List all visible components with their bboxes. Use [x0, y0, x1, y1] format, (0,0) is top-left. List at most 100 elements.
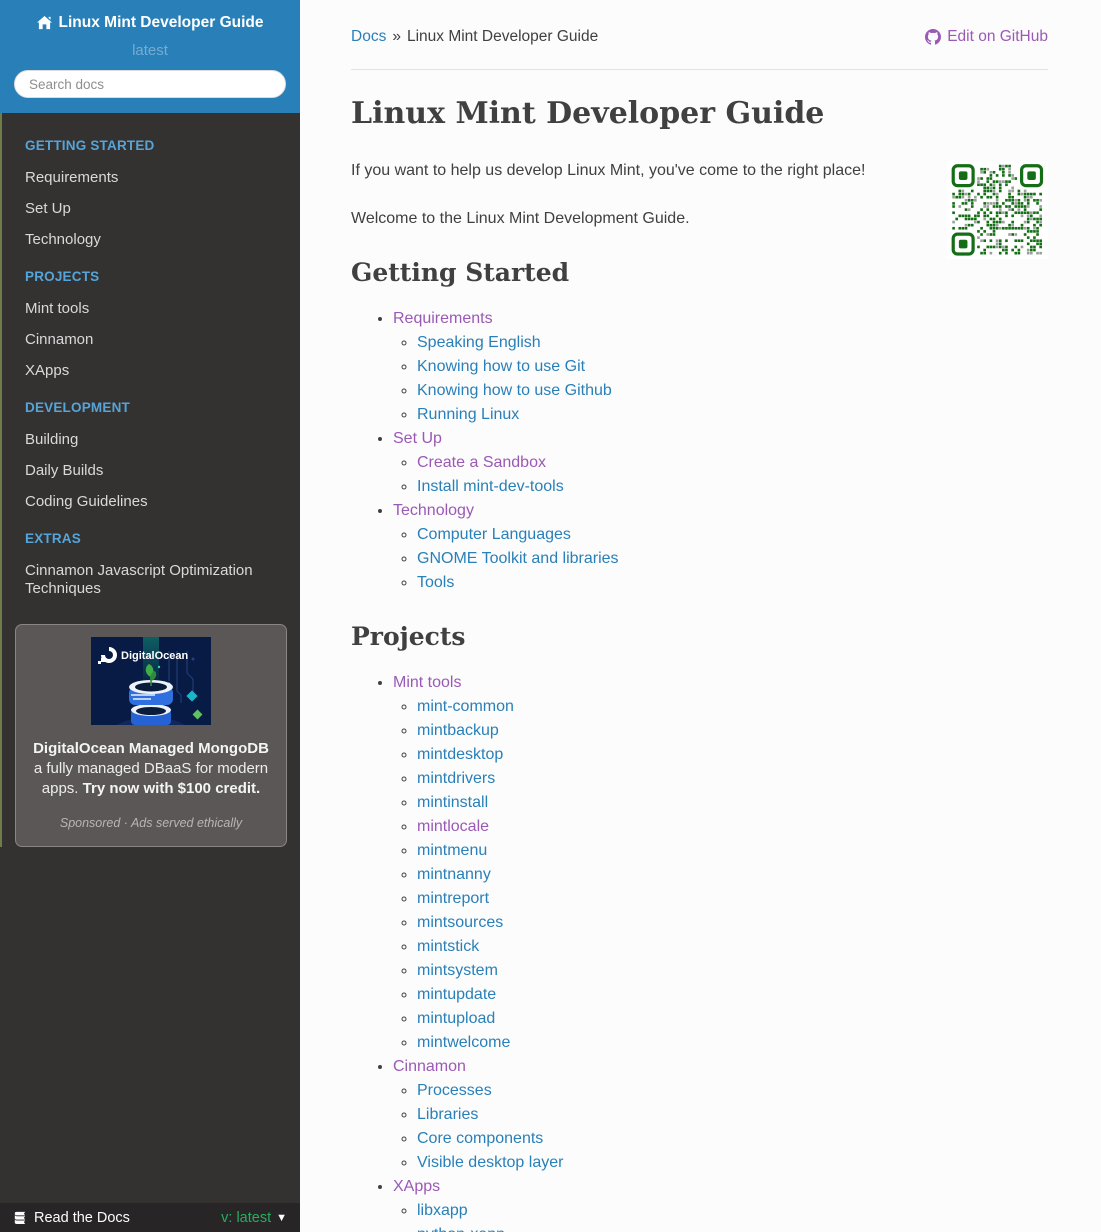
version-switcher-label: v: latest	[221, 1209, 272, 1226]
toc-link-xapps[interactable]: XApps	[393, 1178, 440, 1195]
toc-item: Mint tools mint-common mintbackup mintdeskt…	[393, 671, 1048, 1055]
breadcrumb-divider	[351, 69, 1048, 70]
toc-link-mintinstall[interactable]: mintinstall	[417, 794, 488, 811]
ethical-ad-card[interactable]: DigitalOcean DigitalOcean Managed MongoD…	[15, 624, 287, 847]
toc-link-mint-common[interactable]: mint-common	[417, 698, 514, 715]
toc-link-knowing-how-to-use-github[interactable]: Knowing how to use Github	[417, 382, 612, 399]
intro-paragraph-2: Welcome to the Linux Mint Development Gu…	[351, 210, 690, 227]
sidebar-item-technology[interactable]: Technology	[2, 224, 300, 255]
breadcrumb-docs-link[interactable]: Docs	[351, 28, 386, 45]
nav-item: XApps	[2, 355, 300, 386]
toc-item: mintstick	[417, 935, 1048, 959]
toc-link-mintmenu[interactable]: mintmenu	[417, 842, 487, 859]
toc-link-visible-desktop-layer[interactable]: Visible desktop layer	[417, 1154, 563, 1171]
sidebar-item-mint-tools[interactable]: Mint tools	[2, 293, 300, 324]
toc-link-mintupdate[interactable]: mintupdate	[417, 986, 496, 1003]
nav-item: Coding Guidelines	[2, 486, 300, 517]
sidebar-item-daily-builds[interactable]: Daily Builds	[2, 455, 300, 486]
toc-link-knowing-how-to-use-git[interactable]: Knowing how to use Git	[417, 358, 585, 375]
toc-link-computer-languages[interactable]: Computer Languages	[417, 526, 571, 543]
sidebar: Linux Mint Developer Guide latest GETTIN…	[0, 0, 300, 1232]
toc-item: Visible desktop layer	[417, 1151, 1048, 1175]
toc-link-running-linux[interactable]: Running Linux	[417, 406, 519, 423]
toc-link-mintwelcome[interactable]: mintwelcome	[417, 1034, 510, 1051]
toc-item: mintinstall	[417, 791, 1048, 815]
toc-link-libraries[interactable]: Libraries	[417, 1106, 478, 1123]
toc-link-mintsystem[interactable]: mintsystem	[417, 962, 498, 979]
toc-link-create-a-sandbox[interactable]: Create a Sandbox	[417, 454, 546, 471]
home-icon	[36, 16, 52, 30]
toc-item: mintdrivers	[417, 767, 1048, 791]
toc-link-cinnamon[interactable]: Cinnamon	[393, 1058, 466, 1075]
nav-item: Daily Builds	[2, 455, 300, 486]
nav-sections: GETTING STARTED Requirements Set Up Technol…	[2, 138, 300, 604]
toc-item: GNOME Toolkit and libraries	[417, 547, 1048, 571]
toc-link-processes[interactable]: Processes	[417, 1082, 492, 1099]
sidebar-item-cinnamon[interactable]: Cinnamon	[2, 324, 300, 355]
toc-link-install-mint-dev-tools[interactable]: Install mint-dev-tools	[417, 478, 564, 495]
toc-link-mintsources[interactable]: mintsources	[417, 914, 503, 931]
toc-link-mintstick[interactable]: mintstick	[417, 938, 479, 955]
toc-link-core-components[interactable]: Core components	[417, 1130, 543, 1147]
search-input[interactable]	[14, 70, 286, 98]
sidebar-item-xapps[interactable]: XApps	[2, 355, 300, 386]
toc-link-mintdesktop[interactable]: mintdesktop	[417, 746, 503, 763]
toc-item: Computer Languages	[417, 523, 1048, 547]
section-heading-projects: Projects	[351, 622, 466, 651]
nav-section-caption: DEVELOPMENT	[25, 400, 130, 415]
sidebar-item-building[interactable]: Building	[2, 424, 300, 455]
toc-item: mintupdate	[417, 983, 1048, 1007]
ad-disclosure: Sponsored · Ads served ethically	[59, 816, 243, 830]
digitalocean-brand-text: DigitalOcean	[121, 650, 189, 662]
sidebar-nav: GETTING STARTED Requirements Set Up Technol…	[0, 113, 300, 847]
main-content: Docs » Linux Mint Developer Guide Edit on …	[300, 0, 1101, 1232]
toc-item: mintdesktop	[417, 743, 1048, 767]
toc-link-set-up[interactable]: Set Up	[393, 430, 442, 447]
nav-item: Mint tools	[2, 293, 300, 324]
ad-headline: DigitalOcean Managed MongoDB	[33, 740, 269, 757]
toc-link-requirements[interactable]: Requirements	[393, 310, 493, 327]
toc-link-mintbackup[interactable]: mintbackup	[417, 722, 499, 739]
breadcrumb-separator: »	[392, 28, 401, 45]
toc-link-gnome-toolkit-and-libraries[interactable]: GNOME Toolkit and libraries	[417, 550, 619, 567]
toc-link-mintreport[interactable]: mintreport	[417, 890, 489, 907]
toc-link-mint-tools[interactable]: Mint tools	[393, 674, 461, 691]
sidebar-item-coding-guidelines[interactable]: Coding Guidelines	[2, 486, 300, 517]
toc-item: mintmenu	[417, 839, 1048, 863]
toc-link-mintupload[interactable]: mintupload	[417, 1010, 495, 1027]
toc-link-python-xapp[interactable]: python-xapp	[417, 1226, 505, 1232]
project-home-link[interactable]: Linux Mint Developer Guide	[36, 14, 264, 32]
page-title: Linux Mint Developer Guide	[351, 96, 825, 131]
toc-link-technology[interactable]: Technology	[393, 502, 474, 519]
toc-item: mint-common	[417, 695, 1048, 719]
read-the-docs-link[interactable]: Read the Docs	[13, 1210, 130, 1226]
toc-item: mintreport	[417, 887, 1048, 911]
toc-link-mintdrivers[interactable]: mintdrivers	[417, 770, 495, 787]
toc-item: Libraries	[417, 1103, 1048, 1127]
toc-link-mintnanny[interactable]: mintnanny	[417, 866, 491, 883]
sidebar-item-set-up[interactable]: Set Up	[2, 193, 300, 224]
toc-item: Create a Sandbox	[417, 451, 1048, 475]
intro-paragraph-1: If you want to help us develop Linux Min…	[351, 162, 866, 179]
rtd-version-flyout[interactable]: Read the Docs v: latest ▼	[0, 1203, 300, 1232]
version-switcher[interactable]: v: latest ▼	[221, 1210, 287, 1226]
toc-item: mintbackup	[417, 719, 1048, 743]
project-title: Linux Mint Developer Guide	[58, 14, 264, 31]
edit-on-github-link[interactable]: Edit on GitHub	[925, 28, 1048, 46]
toc-link-tools[interactable]: Tools	[417, 574, 454, 591]
nav-item: Building	[2, 424, 300, 455]
toc-item: Technology Computer Languages GNOME Toolki…	[393, 499, 1048, 595]
toc-link-speaking-english[interactable]: Speaking English	[417, 334, 541, 351]
toc-link-mintlocale[interactable]: mintlocale	[417, 818, 489, 835]
toc-item: Tools	[417, 571, 1048, 595]
read-the-docs-label: Read the Docs	[34, 1209, 130, 1226]
toc-item: python-xapp	[417, 1223, 1048, 1232]
toc-item: Knowing how to use Git	[417, 355, 1048, 379]
nav-item: Set Up	[2, 193, 300, 224]
nav-item: Cinnamon	[2, 324, 300, 355]
toc-link-libxapp[interactable]: libxapp	[417, 1202, 468, 1219]
ad-copy: DigitalOcean Managed MongoDB a fully man…	[28, 739, 274, 799]
toc-item: mintlocale	[417, 815, 1048, 839]
sidebar-item-requirements[interactable]: Requirements	[2, 162, 300, 193]
sidebar-item-cinnamon-javascript-optimization-techniques[interactable]: Cinnamon Javascript Optimization Techniq…	[2, 555, 300, 604]
